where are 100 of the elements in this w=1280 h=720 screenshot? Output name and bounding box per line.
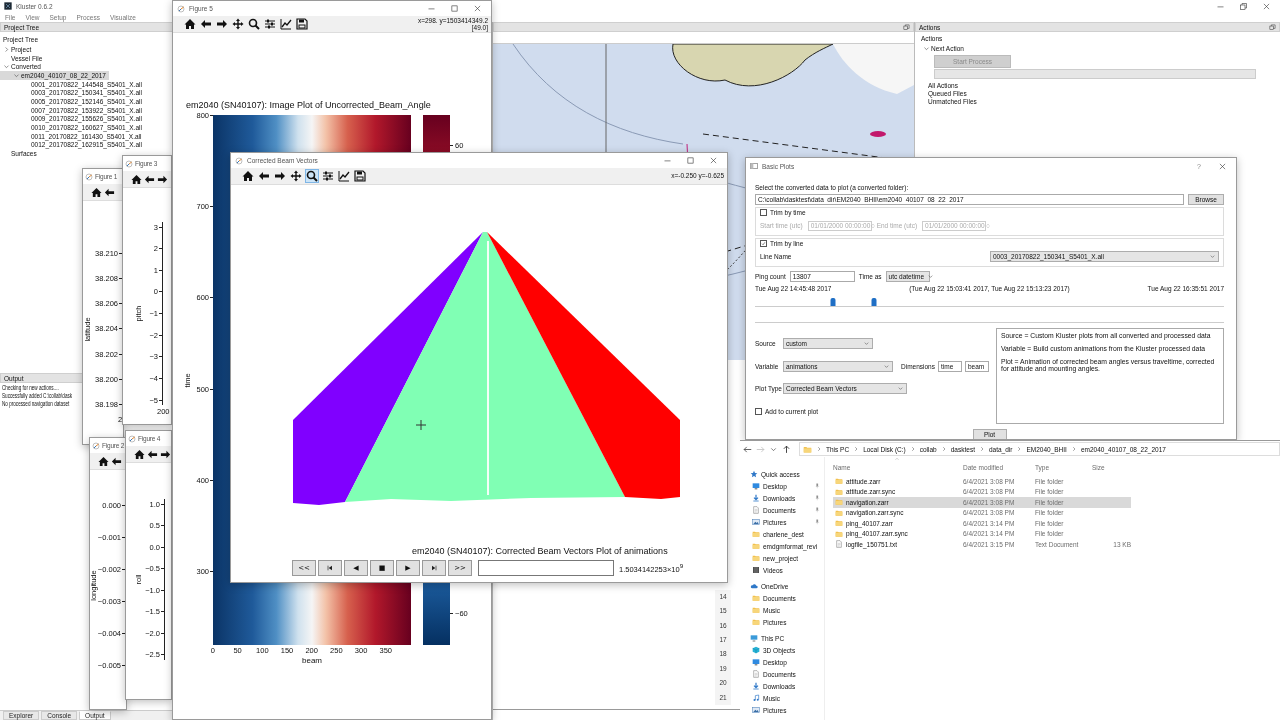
app-icon	[4, 2, 12, 10]
save-icon[interactable]	[354, 170, 366, 182]
back-arrow-icon[interactable]	[147, 448, 158, 460]
folder-icon	[752, 606, 760, 614]
axis-label: beam	[302, 656, 322, 666]
caret-icon	[863, 340, 870, 347]
chevron-right-icon	[3, 45, 10, 53]
chevron-icon	[909, 446, 916, 452]
chevron-icon	[940, 446, 947, 452]
slider-handle[interactable]	[830, 298, 836, 306]
folder-icon	[752, 530, 760, 538]
window-icon	[128, 434, 136, 443]
download-icon	[752, 494, 760, 502]
computer-icon	[750, 634, 758, 642]
pin-icon	[814, 495, 820, 501]
picture-icon	[752, 518, 760, 526]
monitor-icon	[752, 482, 760, 490]
sort-caret-icon	[894, 456, 900, 462]
window-icon	[177, 4, 185, 13]
back-arrow-icon[interactable]	[200, 18, 212, 30]
folder-icon	[752, 618, 760, 626]
star-icon	[750, 470, 758, 478]
move-icon[interactable]	[290, 170, 302, 182]
up-arrow-icon[interactable]	[782, 444, 791, 454]
back-arrow-icon[interactable]	[111, 455, 122, 467]
spin-arrows-icon	[984, 221, 991, 230]
checkbox[interactable]	[760, 240, 767, 247]
window-icon	[85, 172, 93, 181]
chevron-icon	[816, 446, 822, 452]
playback-button[interactable]	[422, 560, 446, 576]
cloud-icon	[750, 582, 758, 590]
chevron-icon	[978, 446, 985, 452]
home-icon[interactable]	[242, 170, 254, 182]
window-icon	[92, 441, 100, 450]
spin-arrows-icon	[870, 221, 877, 230]
magnifier-icon[interactable]	[248, 18, 260, 30]
folder-icon	[752, 554, 760, 562]
float-icon[interactable]	[1269, 23, 1276, 31]
forward-arrow-icon[interactable]	[160, 448, 171, 460]
home-icon[interactable]	[91, 186, 102, 198]
pin-icon	[814, 519, 820, 525]
sliders-icon[interactable]	[264, 18, 276, 30]
home-icon[interactable]	[131, 173, 142, 185]
close-icon[interactable]	[473, 4, 482, 13]
back-arrow-icon[interactable]	[144, 173, 155, 185]
caret-icon	[1209, 253, 1216, 260]
window-icon	[750, 162, 758, 170]
caret-icon	[897, 385, 904, 392]
home-icon[interactable]	[98, 455, 109, 467]
window-icon	[125, 159, 133, 168]
checkbox[interactable]	[760, 209, 767, 216]
back-arrow-icon[interactable]	[258, 170, 270, 182]
caret-icon	[883, 362, 890, 370]
folder-icon	[752, 542, 760, 550]
folder-icon	[752, 594, 760, 602]
checkmark-icon	[761, 241, 766, 246]
close-icon[interactable]	[1218, 161, 1227, 171]
step-forward-icon	[430, 564, 438, 572]
pin-icon	[814, 507, 820, 513]
plot-title: em2040 (SN40107): Corrected Beam Vectors Plot of animations	[411, 545, 668, 557]
pin-icon	[814, 483, 820, 489]
film-icon	[752, 566, 760, 574]
float-icon[interactable]	[903, 23, 910, 31]
chevron-icon	[1070, 446, 1077, 452]
restore-icon[interactable]	[1239, 1, 1248, 11]
forward-arrow-icon[interactable]	[157, 173, 168, 185]
home-icon[interactable]	[184, 18, 196, 30]
cube-icon	[752, 646, 760, 654]
folder-icon	[803, 444, 812, 454]
back-arrow-icon[interactable]	[104, 186, 115, 198]
picture-icon	[752, 706, 760, 714]
document-icon	[752, 506, 760, 514]
plot-title: em2040 (SN40107): Image Plot of Uncorrected_Beam_Angle	[185, 100, 432, 111]
crosshair-cursor-icon	[415, 419, 427, 431]
move-icon[interactable]	[232, 18, 244, 30]
document-icon	[752, 670, 760, 678]
home-icon[interactable]	[134, 448, 145, 460]
line-chart-icon[interactable]	[280, 18, 292, 30]
caret-icon	[927, 273, 934, 280]
chevron-icon	[1016, 446, 1023, 452]
close-icon[interactable]	[709, 156, 718, 165]
close-icon[interactable]	[1262, 1, 1271, 11]
slider-handle[interactable]	[871, 298, 877, 306]
sliders-icon[interactable]	[322, 170, 334, 182]
checkbox[interactable]	[755, 407, 762, 415]
chevron-icon	[853, 446, 860, 452]
forward-arrow-icon[interactable]	[216, 18, 228, 30]
line-chart-icon[interactable]	[338, 170, 350, 182]
playback-button[interactable]	[318, 560, 342, 576]
chevron-down-icon	[923, 45, 930, 52]
frame-field[interactable]	[478, 560, 614, 576]
range-slider[interactable]	[755, 297, 1224, 307]
step-back-icon	[326, 564, 334, 572]
music-note-icon	[752, 694, 760, 702]
magnifier-icon[interactable]	[306, 170, 318, 182]
save-icon[interactable]	[296, 18, 308, 30]
download-icon	[752, 682, 760, 690]
document-icon	[835, 540, 843, 549]
window-icon	[235, 156, 243, 165]
forward-arrow-icon[interactable]	[274, 170, 286, 182]
